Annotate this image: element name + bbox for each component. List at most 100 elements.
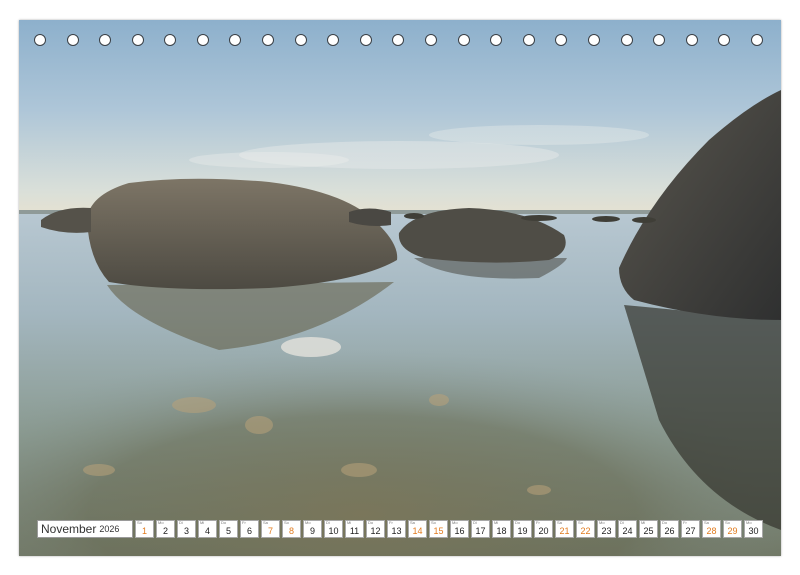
weekday-label: So bbox=[137, 520, 142, 525]
weekday-label: Mi bbox=[200, 520, 205, 525]
day-number: 7 bbox=[267, 526, 273, 536]
day-cell: Fr 6 bbox=[240, 520, 259, 538]
coastal-rocks-photo bbox=[19, 20, 781, 556]
day-number: 10 bbox=[328, 526, 339, 536]
weekday-label: Mo bbox=[305, 520, 311, 525]
day-cell: Mi 25 bbox=[639, 520, 658, 538]
weekday-label: Sa bbox=[704, 520, 709, 525]
day-number: 5 bbox=[225, 526, 231, 536]
month-year: 2026 bbox=[99, 524, 120, 534]
day-cell: Sa 21 bbox=[555, 520, 574, 538]
weekday-label: Di bbox=[620, 520, 624, 525]
day-number: 8 bbox=[288, 526, 294, 536]
weekday-label: Sa bbox=[263, 520, 268, 525]
day-cell: Mo 30 bbox=[744, 520, 763, 538]
binding-hole bbox=[555, 34, 567, 46]
day-number: 23 bbox=[601, 526, 612, 536]
binding-hole bbox=[653, 34, 665, 46]
weekday-label: Fr bbox=[242, 520, 246, 525]
calendar-photo bbox=[19, 20, 781, 556]
day-number: 1 bbox=[141, 526, 147, 536]
weekday-label: Do bbox=[221, 520, 227, 525]
binding-hole bbox=[718, 34, 730, 46]
day-cell: Di 24 bbox=[618, 520, 637, 538]
weekday-label: Mo bbox=[746, 520, 752, 525]
binding-hole bbox=[67, 34, 79, 46]
weekday-label: Mi bbox=[641, 520, 646, 525]
day-cell: Sa 7 bbox=[261, 520, 280, 538]
binding-hole bbox=[34, 34, 46, 46]
day-cell: So 8 bbox=[282, 520, 301, 538]
day-cell: Mo 23 bbox=[597, 520, 616, 538]
binding-hole bbox=[523, 34, 535, 46]
day-cell: Sa 28 bbox=[702, 520, 721, 538]
day-number: 19 bbox=[517, 526, 528, 536]
binding-hole bbox=[425, 34, 437, 46]
day-cell: Do 19 bbox=[513, 520, 532, 538]
binding-hole bbox=[360, 34, 372, 46]
binding-hole bbox=[262, 34, 274, 46]
month-name: November bbox=[41, 522, 97, 536]
day-cell: Mo 9 bbox=[303, 520, 322, 538]
weekday-label: Mi bbox=[494, 520, 499, 525]
binding-hole bbox=[458, 34, 470, 46]
weekday-label: So bbox=[284, 520, 289, 525]
day-number: 16 bbox=[454, 526, 465, 536]
day-number: 6 bbox=[246, 526, 252, 536]
weekday-label: Di bbox=[326, 520, 330, 525]
day-number: 26 bbox=[664, 526, 675, 536]
calendar-strip: November 2026 So 1 Mo 2 Di 3 Mi 4 Do 5 Fr 6 Sa 7 So 8 Mo… bbox=[37, 520, 763, 538]
day-cell: So 29 bbox=[723, 520, 742, 538]
day-cell: Do 26 bbox=[660, 520, 679, 538]
day-cell: Sa 14 bbox=[408, 520, 427, 538]
binding-hole bbox=[392, 34, 404, 46]
binding-hole bbox=[197, 34, 209, 46]
day-cell: Di 10 bbox=[324, 520, 343, 538]
day-cell: Do 5 bbox=[219, 520, 238, 538]
binding-hole bbox=[99, 34, 111, 46]
day-number: 11 bbox=[349, 526, 360, 536]
day-cell: Mi 4 bbox=[198, 520, 217, 538]
day-number: 3 bbox=[183, 526, 189, 536]
day-cell: Di 17 bbox=[471, 520, 490, 538]
month-label: November 2026 bbox=[37, 520, 133, 538]
day-number: 18 bbox=[496, 526, 507, 536]
binding-holes bbox=[0, 34, 800, 50]
day-number: 21 bbox=[559, 526, 570, 536]
weekday-label: Mi bbox=[347, 520, 352, 525]
day-number: 17 bbox=[475, 526, 486, 536]
day-cell: Mi 18 bbox=[492, 520, 511, 538]
day-number: 9 bbox=[309, 526, 315, 536]
day-cell: Mo 16 bbox=[450, 520, 469, 538]
weekday-label: Sa bbox=[557, 520, 562, 525]
day-number: 29 bbox=[727, 526, 738, 536]
weekday-label: So bbox=[578, 520, 583, 525]
day-cell: So 1 bbox=[135, 520, 154, 538]
weekday-label: Do bbox=[368, 520, 374, 525]
day-number: 20 bbox=[538, 526, 549, 536]
binding-hole bbox=[621, 34, 633, 46]
day-cell: So 22 bbox=[576, 520, 595, 538]
binding-hole bbox=[327, 34, 339, 46]
binding-hole bbox=[751, 34, 763, 46]
weekday-label: Fr bbox=[389, 520, 393, 525]
binding-hole bbox=[164, 34, 176, 46]
day-cell: Fr 13 bbox=[387, 520, 406, 538]
weekday-label: Mo bbox=[452, 520, 458, 525]
day-number: 12 bbox=[370, 526, 381, 536]
day-number: 25 bbox=[643, 526, 654, 536]
weekday-label: Di bbox=[473, 520, 477, 525]
binding-hole bbox=[588, 34, 600, 46]
binding-hole bbox=[229, 34, 241, 46]
weekday-label: Mo bbox=[158, 520, 164, 525]
weekday-label: Fr bbox=[683, 520, 687, 525]
binding-hole bbox=[132, 34, 144, 46]
binding-hole bbox=[490, 34, 502, 46]
weekday-label: Sa bbox=[410, 520, 415, 525]
day-cell: Fr 20 bbox=[534, 520, 553, 538]
day-cell: Mi 11 bbox=[345, 520, 364, 538]
weekday-label: Di bbox=[179, 520, 183, 525]
day-number: 27 bbox=[685, 526, 696, 536]
day-cell: Mo 2 bbox=[156, 520, 175, 538]
day-number: 13 bbox=[391, 526, 402, 536]
